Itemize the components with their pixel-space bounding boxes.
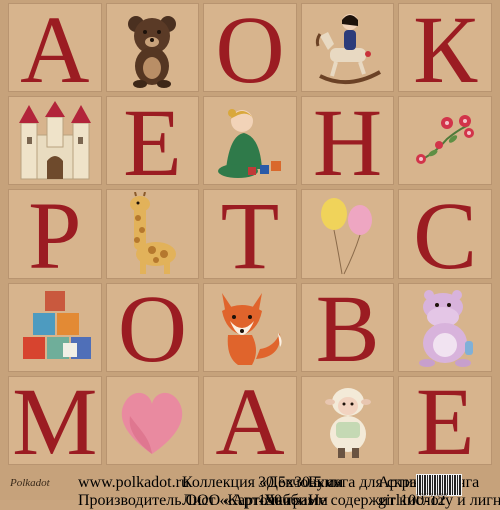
picture-card bbox=[300, 189, 395, 279]
picture-card bbox=[8, 96, 102, 186]
picture-card bbox=[300, 3, 395, 93]
picture-card bbox=[203, 282, 297, 372]
card-letter: Е bbox=[415, 375, 475, 465]
card-letter: С bbox=[413, 189, 478, 279]
letter-card: Е bbox=[105, 96, 200, 186]
letter-card: Р bbox=[8, 189, 102, 279]
girl-with-blocks-icon bbox=[208, 99, 292, 183]
card-letter: О bbox=[215, 3, 285, 93]
picture-card bbox=[8, 282, 102, 372]
fox-icon bbox=[208, 285, 292, 369]
letter-card: Е bbox=[398, 375, 492, 465]
picture-card bbox=[203, 96, 297, 186]
letter-card: В bbox=[300, 282, 395, 372]
picture-card bbox=[398, 282, 492, 372]
letter-card: Н bbox=[300, 96, 395, 186]
card-letter: Т bbox=[220, 189, 280, 279]
teddy-bear-icon bbox=[110, 6, 194, 90]
letter-card: К bbox=[398, 3, 492, 93]
toy-blocks-icon bbox=[13, 285, 97, 369]
card-letter: А bbox=[215, 375, 285, 465]
card-letter: Р bbox=[28, 189, 82, 279]
hippo-icon bbox=[403, 285, 487, 369]
brand-logo: Polkadot bbox=[10, 477, 50, 489]
card-letter: К bbox=[413, 3, 478, 93]
letter-card: А bbox=[8, 3, 102, 93]
balloons-icon bbox=[306, 192, 390, 276]
picture-card bbox=[105, 3, 200, 93]
barcode-number: 4 751776 018644 bbox=[416, 492, 448, 497]
card-letter: О bbox=[117, 282, 188, 372]
letter-card: С bbox=[398, 189, 492, 279]
card-grid: А О К Е Н Р Т С О В М А Е bbox=[8, 3, 492, 465]
picture-card bbox=[398, 96, 492, 186]
girl-rocking-horse-icon bbox=[306, 6, 390, 90]
card-letter: Н bbox=[312, 96, 383, 186]
picture-card bbox=[105, 375, 200, 465]
picture-card bbox=[300, 375, 395, 465]
letter-card: М bbox=[8, 375, 102, 465]
letter-card: Т bbox=[203, 189, 297, 279]
picture-card bbox=[105, 189, 200, 279]
card-letter: Е bbox=[123, 96, 182, 186]
card-letter: М bbox=[12, 375, 98, 465]
scrapbook-sheet: А О К Е Н Р Т С О В М А Е Polkadot www.p… bbox=[0, 0, 500, 509]
card-letter: В bbox=[315, 282, 380, 372]
castle-icon bbox=[13, 99, 97, 183]
letter-card: О bbox=[105, 282, 200, 372]
card-letter: А bbox=[20, 3, 90, 93]
letter-card: А bbox=[203, 375, 297, 465]
heart-icon bbox=[110, 378, 194, 462]
sheep-icon bbox=[306, 378, 390, 462]
giraffe-icon bbox=[110, 191, 194, 276]
letter-card: О bbox=[203, 3, 297, 93]
flowers-icon bbox=[403, 99, 487, 183]
